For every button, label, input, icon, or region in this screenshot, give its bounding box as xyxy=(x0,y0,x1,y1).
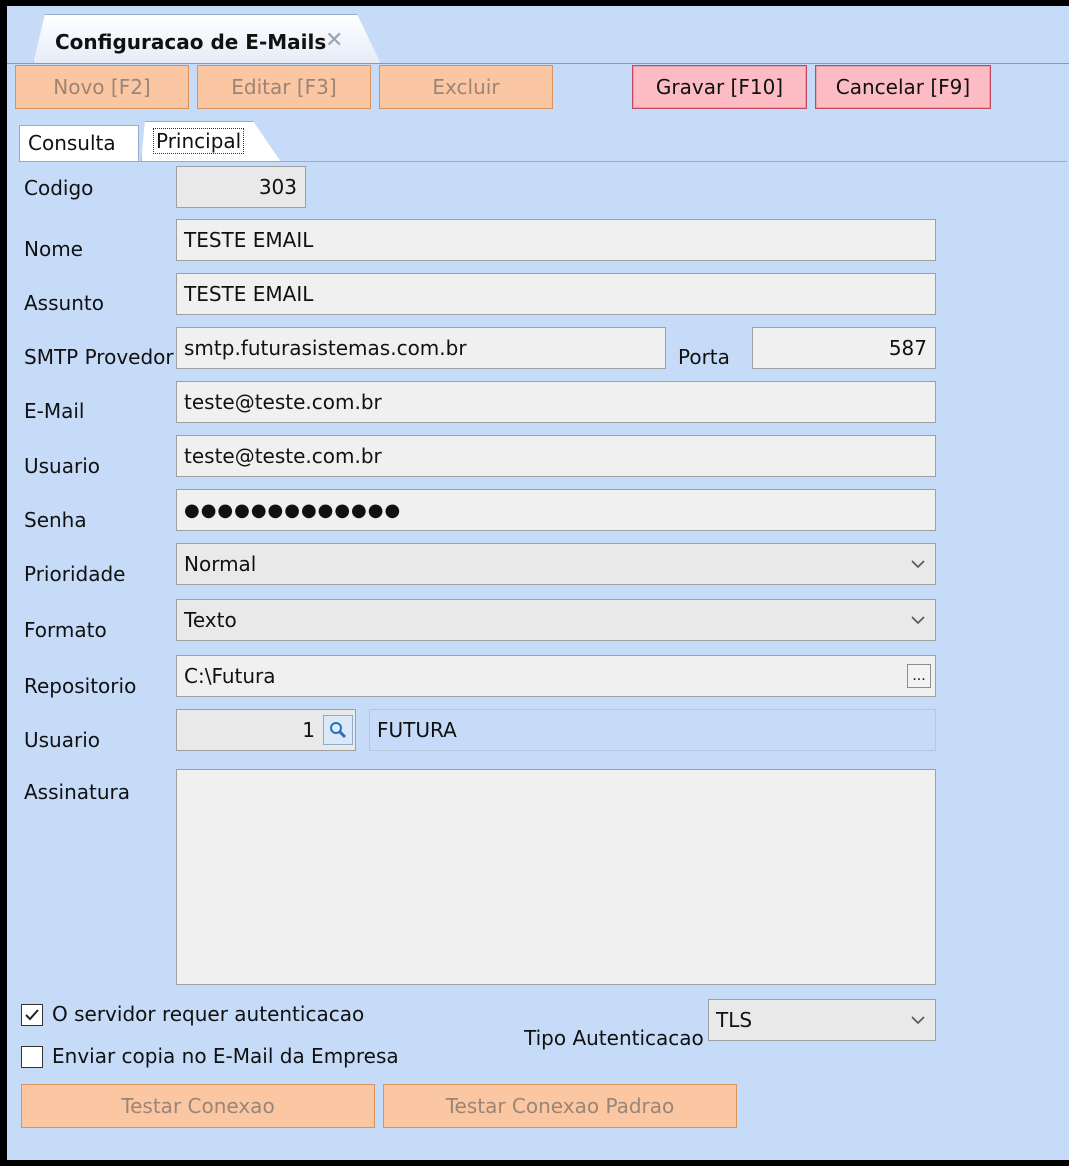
senha-label: Senha xyxy=(24,508,87,532)
codigo-label: Codigo xyxy=(24,176,94,200)
requer-autenticacao-label[interactable]: O servidor requer autenticacao xyxy=(52,1002,364,1026)
usuario-id-field[interactable]: 1 xyxy=(176,709,356,751)
tab-consulta[interactable]: Consulta xyxy=(19,125,139,161)
requer-autenticacao-checkbox[interactable] xyxy=(21,1004,43,1026)
usuario-id-value: 1 xyxy=(302,718,315,742)
repositorio-field[interactable]: C:\Futura ... xyxy=(176,655,936,697)
chevron-down-icon[interactable] xyxy=(909,555,927,573)
assunto-field[interactable]: TESTE EMAIL xyxy=(176,273,936,315)
assinatura-label: Assinatura xyxy=(24,780,131,804)
formato-value: Texto xyxy=(184,608,237,632)
window-frame: Configuracao de E-Mails ✕ Novo [F2] Edit… xyxy=(0,0,1069,1166)
tipo-autenticacao-select[interactable]: TLS xyxy=(708,999,936,1041)
usuario-name-value: FUTURA xyxy=(377,718,457,742)
prioridade-value: Normal xyxy=(184,552,257,576)
email-field[interactable]: teste@teste.com.br xyxy=(176,381,936,423)
porta-value: 587 xyxy=(888,336,927,360)
chevron-down-icon[interactable] xyxy=(909,1011,927,1029)
tipo-autenticacao-label: Tipo Autenticacao xyxy=(524,1026,704,1050)
assunto-value: TESTE EMAIL xyxy=(184,282,314,306)
usuario-name-field: FUTURA xyxy=(369,709,936,751)
repositorio-value: C:\Futura xyxy=(184,664,276,688)
excluir-button[interactable]: Excluir xyxy=(379,65,553,109)
usuario-id-label: Usuario xyxy=(24,728,101,752)
magnifier-icon xyxy=(330,722,347,739)
window-tab-title: Configuracao de E-Mails xyxy=(55,30,327,54)
prioridade-select[interactable]: Normal xyxy=(176,543,936,585)
porta-field[interactable]: 587 xyxy=(752,327,936,369)
close-icon[interactable]: ✕ xyxy=(325,28,343,53)
enviar-copia-label[interactable]: Enviar copia no E-Mail da Empresa xyxy=(52,1044,399,1068)
usuario-value: teste@teste.com.br xyxy=(184,444,382,468)
email-label: E-Mail xyxy=(24,399,85,423)
gravar-button[interactable]: Gravar [F10] xyxy=(632,65,807,109)
assinatura-textarea[interactable] xyxy=(176,769,936,985)
usuario-label: Usuario xyxy=(24,454,101,478)
cancelar-button[interactable]: Cancelar [F9] xyxy=(815,65,991,109)
chevron-down-icon[interactable] xyxy=(909,611,927,629)
smtp-label: SMTP Provedor xyxy=(24,345,174,369)
formato-label: Formato xyxy=(24,618,107,642)
checkmark-icon xyxy=(25,1009,39,1021)
tab-principal-label: Principal xyxy=(153,128,245,154)
tabs-divider xyxy=(19,161,1067,162)
formato-select[interactable]: Texto xyxy=(176,599,936,641)
usuario-field[interactable]: teste@teste.com.br xyxy=(176,435,936,477)
email-value: teste@teste.com.br xyxy=(184,390,382,414)
assunto-label: Assunto xyxy=(24,291,104,315)
tab-strip-divider xyxy=(7,63,1069,64)
nome-field[interactable]: TESTE EMAIL xyxy=(176,219,936,261)
porta-label: Porta xyxy=(678,345,730,369)
repositorio-label: Repositorio xyxy=(24,674,137,698)
editar-button[interactable]: Editar [F3] xyxy=(197,65,371,109)
testar-conexao-button[interactable]: Testar Conexao xyxy=(21,1084,375,1128)
tab-consulta-label: Consulta xyxy=(28,131,116,155)
novo-button[interactable]: Novo [F2] xyxy=(15,65,189,109)
nome-label: Nome xyxy=(24,237,83,261)
smtp-value: smtp.futurasistemas.com.br xyxy=(184,336,467,360)
smtp-field[interactable]: smtp.futurasistemas.com.br xyxy=(176,327,666,369)
enviar-copia-checkbox[interactable] xyxy=(21,1046,43,1068)
codigo-value: 303 xyxy=(258,175,297,199)
tipo-autenticacao-value: TLS xyxy=(716,1008,753,1032)
nome-value: TESTE EMAIL xyxy=(184,228,314,252)
lookup-button[interactable] xyxy=(323,715,353,745)
senha-field[interactable]: ●●●●●●●●●●●●● xyxy=(176,489,936,531)
senha-value: ●●●●●●●●●●●●● xyxy=(184,499,402,521)
browse-button[interactable]: ... xyxy=(907,664,931,688)
testar-conexao-padrao-button[interactable]: Testar Conexao Padrao xyxy=(383,1084,737,1128)
codigo-field[interactable]: 303 xyxy=(176,166,306,208)
prioridade-label: Prioridade xyxy=(24,562,126,586)
